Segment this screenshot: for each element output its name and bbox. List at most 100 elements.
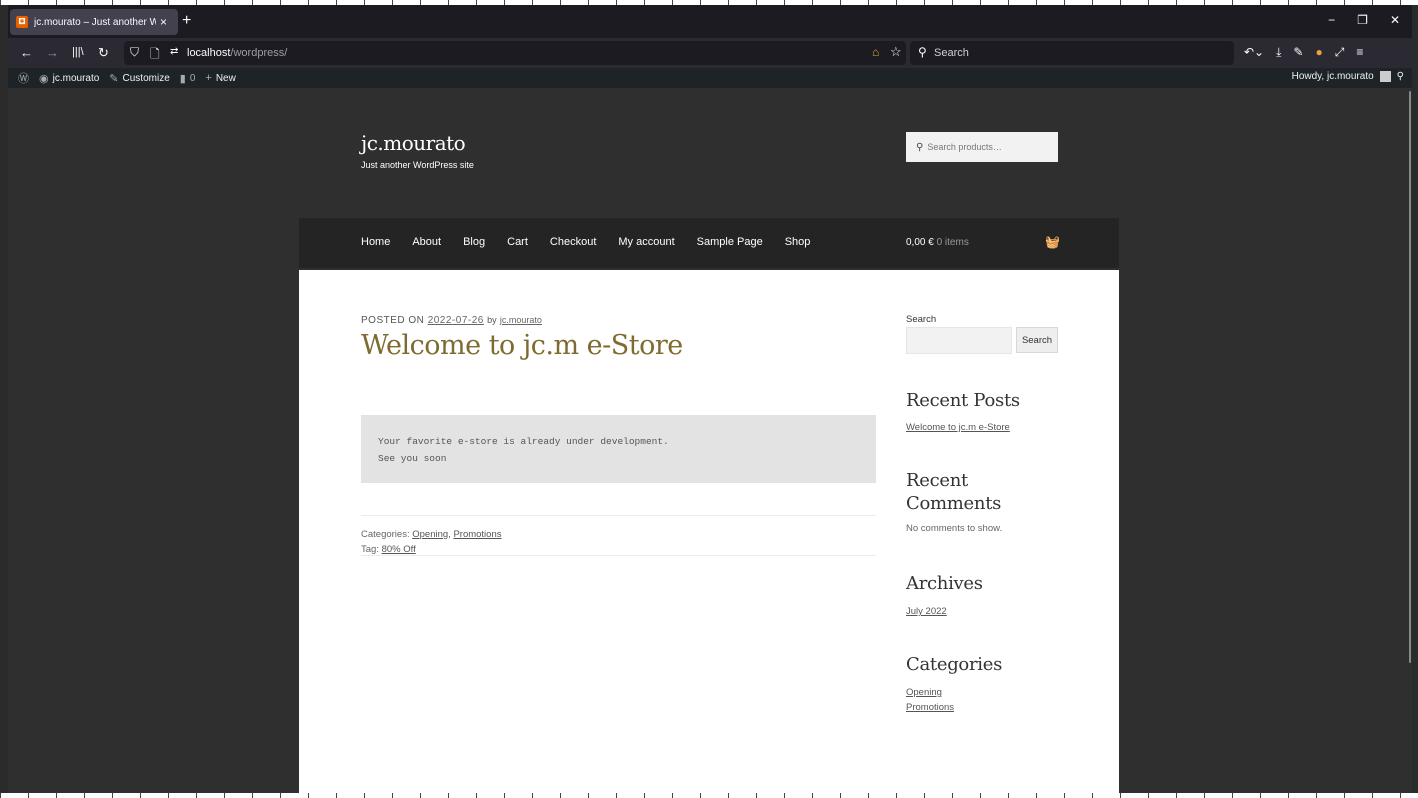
shield-icon[interactable]: ⛉ — [130, 45, 139, 60]
search-icon: ⚲ — [918, 45, 927, 59]
site-description: Just another WordPress site — [361, 160, 474, 170]
comments-link[interactable]: ▮ 0 — [180, 72, 196, 85]
downloads-icon[interactable]: ⤓ — [1276, 45, 1281, 60]
brush-icon: ✎ — [109, 72, 119, 85]
sidebar-category-promotions[interactable]: Promotions — [906, 700, 954, 716]
scrollbar-thumb[interactable] — [1409, 91, 1411, 663]
menu-item-shop[interactable]: Shop — [785, 236, 811, 248]
toolbar-icons: ↶⌄ ⤓ ✎ ● ⤢ ≡ — [1244, 45, 1363, 60]
no-comments-text: No comments to show. — [906, 523, 1003, 534]
basket-icon[interactable]: 🧺 — [1045, 235, 1060, 249]
category-link-opening[interactable]: Opening — [412, 529, 448, 540]
tools-icon[interactable]: ✎ — [1293, 45, 1303, 60]
primary-navigation: Home About Blog Cart Checkout My account… — [299, 218, 1119, 268]
new-tab-button[interactable]: + — [182, 12, 191, 30]
cart-item-count: 0 items — [936, 237, 969, 248]
categories-title: Categories — [906, 654, 1003, 675]
divider — [361, 555, 876, 556]
page-icon[interactable]: 🗋 — [150, 45, 160, 66]
wordpress-logo-icon[interactable]: Ⓦ — [18, 70, 29, 86]
recent-post-link[interactable]: Welcome to jc.m e-Store — [906, 420, 1010, 436]
url-text: localhost/wordpress/ — [187, 47, 288, 59]
page-viewport: jc.mourato Just another WordPress site ⚲… — [8, 88, 1408, 793]
sidebar-search-button[interactable]: Search — [1016, 327, 1058, 353]
recent-posts-title: Recent Posts — [906, 390, 1020, 411]
product-search-placeholder: Search products… — [927, 142, 1002, 152]
menu-icon[interactable]: ≡ — [1356, 45, 1363, 60]
menu-item-checkout[interactable]: Checkout — [550, 236, 596, 248]
posted-on-label: POSTED ON — [361, 315, 425, 326]
by-label: by — [487, 315, 497, 325]
menu-item-cart[interactable]: Cart — [507, 236, 528, 248]
admin-site-link[interactable]: ◉ jc.mourato — [39, 72, 99, 85]
author-link[interactable]: jc.mourato — [500, 315, 542, 325]
active-tab[interactable]: ⚃ jc.mourato – Just another Word × — [10, 9, 178, 35]
code-block: Your favorite e-store is already under d… — [361, 415, 876, 483]
cart-amount: 0,00 € — [906, 237, 934, 248]
howdy-text: Howdy, jc.mourato — [1291, 71, 1374, 82]
restore-icon[interactable]: ❐ — [1357, 13, 1368, 27]
close-tab-icon[interactable]: × — [160, 15, 167, 29]
comment-bubble-icon: ▮ — [179, 72, 186, 85]
extension-icon[interactable]: ● — [1315, 45, 1322, 60]
reload-icon[interactable]: ↻ — [98, 45, 109, 61]
post-title[interactable]: Welcome to jc.m e-Store — [361, 330, 683, 361]
search-icon: ⚲ — [916, 141, 924, 153]
code-line: See you soon — [378, 453, 447, 464]
back-icon[interactable]: ← — [20, 45, 33, 60]
category-link-promotions[interactable]: Promotions — [453, 529, 501, 540]
content-area: POSTED ON 2022-07-26 by jc.mourato Welco… — [299, 270, 1119, 793]
archive-link-july-2022[interactable]: July 2022 — [906, 604, 947, 620]
library-icon[interactable]: |||\ — [72, 46, 84, 58]
address-bar[interactable]: ⛉ 🗋 ⇄ localhost/wordpress/ ⌂ ☆ — [124, 41, 906, 65]
new-label: New — [215, 72, 236, 84]
recent-comments-title-line: Recent — [906, 470, 968, 491]
search-bar[interactable]: ⚲ Search — [910, 41, 1234, 65]
categories-label: Categories: — [361, 529, 410, 540]
admin-search-icon[interactable]: ⚲ — [1397, 71, 1404, 82]
menu-item-sample-page[interactable]: Sample Page — [697, 236, 763, 248]
menu-item-home[interactable]: Home — [361, 236, 390, 248]
menu-item-blog[interactable]: Blog — [463, 236, 485, 248]
tag-link-80-off[interactable]: 80% Off — [382, 544, 416, 555]
site-title[interactable]: jc.mourato — [361, 131, 466, 155]
cart-total-link[interactable]: 0,00 € 0 items — [906, 237, 969, 248]
customize-link[interactable]: ✎ Customize — [109, 72, 169, 85]
close-window-icon[interactable]: ✕ — [1390, 13, 1400, 27]
extension-home-icon[interactable]: ⌂ — [872, 45, 879, 59]
plus-icon: + — [205, 72, 212, 84]
forward-icon[interactable]: → — [46, 45, 59, 60]
archives-title: Archives — [906, 573, 983, 594]
post-date-link[interactable]: 2022-07-26 — [428, 315, 484, 326]
dashboard-icon: ◉ — [39, 72, 49, 85]
admin-site-name: jc.mourato — [52, 72, 100, 84]
main-menu: Home About Blog Cart Checkout My account… — [361, 236, 810, 248]
search-bar-placeholder: Search — [934, 47, 969, 59]
wp-admin-bar: Ⓦ ◉ jc.mourato ✎ Customize ▮ 0 + New Howdy, … — [8, 68, 1412, 88]
minimize-icon[interactable]: − — [1328, 13, 1335, 27]
divider — [361, 515, 876, 516]
recent-comments-title-line: Comments — [906, 493, 1002, 514]
tab-title: jc.mourato – Just another Word — [34, 16, 156, 28]
menu-item-about[interactable]: About — [412, 236, 441, 248]
bottom-edge-strip — [0, 793, 1418, 798]
navigation-toolbar: ← → |||\ ↻ ⛉ 🗋 ⇄ localhost/wordpress/ ⌂ … — [8, 38, 1412, 68]
recent-comments-title: Recent Comments — [906, 469, 1001, 515]
menu-item-my-account[interactable]: My account — [618, 236, 674, 248]
permissions-icon[interactable]: ⇄ — [170, 46, 178, 57]
bookmark-star-icon[interactable]: ☆ — [890, 44, 902, 60]
post-taxonomy: Categories: Opening, Promotions Tag: 80%… — [361, 527, 502, 557]
comments-count: 0 — [189, 72, 196, 84]
product-search-input[interactable]: ⚲ Search products… — [906, 132, 1058, 162]
fullscreen-icon[interactable]: ⤢ — [1335, 45, 1345, 60]
site-favicon-icon: ⚃ — [16, 16, 28, 28]
sync-icon[interactable]: ↶⌄ — [1244, 45, 1264, 60]
post-meta: POSTED ON 2022-07-26 by jc.mourato — [361, 315, 542, 326]
tab-strip: ⚃ jc.mourato – Just another Word × + − ❐… — [8, 5, 1412, 38]
separator: , — [448, 529, 451, 540]
sidebar-search-input[interactable] — [906, 327, 1012, 354]
tag-label: Tag: — [361, 544, 379, 555]
sidebar-category-opening[interactable]: Opening — [906, 685, 942, 701]
my-account-link[interactable]: Howdy, jc.mourato ⚲ — [1292, 71, 1404, 82]
new-content-link[interactable]: + New — [205, 72, 235, 84]
